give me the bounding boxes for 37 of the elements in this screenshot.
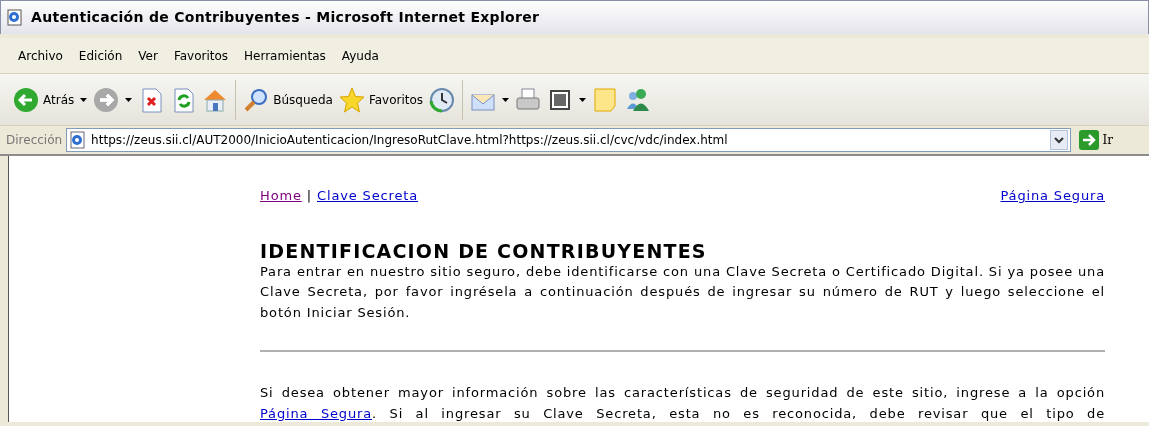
caret-icon [125,97,133,102]
arrow-icon [1078,130,1099,150]
search-icon [243,86,270,113]
secure-page-link[interactable]: Página Segura [260,405,373,421]
menu-item[interactable]: Ver [130,44,166,67]
printer-icon [515,86,542,113]
clock-icon [429,86,456,113]
separator-text: | [305,187,313,205]
browser-icon [7,9,23,26]
go-button[interactable]: Ir [1074,130,1143,150]
caret-icon [502,97,510,102]
page-icon [69,131,88,149]
note-icon [592,86,619,113]
menu-item[interactable]: Herramientas [236,44,334,67]
star-icon [338,86,365,113]
favorites-button[interactable]: Favoritos [335,84,427,115]
menu-item[interactable]: Edición [70,44,131,67]
caret-icon [80,97,88,102]
menu-item[interactable]: Ayuda [333,44,387,67]
menu-item[interactable]: Favoritos [165,44,237,67]
address-field[interactable]: https://zeus.sii.cl/AUT2000/InicioAutenticacion/IngresoRutClave.html?https://zeus.sii.cl/cvc/vdc/index.html [66,128,1071,152]
people-icon [624,86,651,113]
search-button[interactable]: Búsqueda [240,84,336,115]
nav-link[interactable]: Home [260,186,302,207]
info-paragraph: Si desea obtener mayor información sobre las características de seguridad de este sitio, ingrese a la opción Página Segura. Si al ingresar su Clave Secreta, esta no es reconocida, debe revisar que el tipo de [260,384,1105,423]
intro-paragraph: Para entrar en nuestro sitio seguro, debe identificarse con una Clave Secreta o Certificado Digital. Si ya posee una Clave Secreta, por favor ingrésela a continuación después de ingresar su número de RUT y luego seleccione el botón Iniciar Sesión. [260,262,1105,322]
url-text: https://zeus.sii.cl/AUT2000/InicioAutenticacion/IngresoRutClave.html?https://zeus.sii.cl/cvc/vdc/index.html [91,132,728,149]
back-button[interactable]: Atrás [10,84,78,115]
caret-icon [579,97,587,102]
page-heading: IDENTIFICACION DE CONTRIBUYENTES [260,239,708,262]
window-title: Autenticación de Contribuyentes - Microsoft Internet Explorer [31,8,540,27]
secure-page-link[interactable]: Página Segura [1000,186,1105,207]
address-label: Dirección [6,132,63,149]
menu-item[interactable]: Archivo [10,44,71,67]
chevron-icon [1053,136,1064,144]
nav-link[interactable]: Clave Secreta [317,186,419,207]
dropdown-button[interactable] [1049,130,1068,150]
